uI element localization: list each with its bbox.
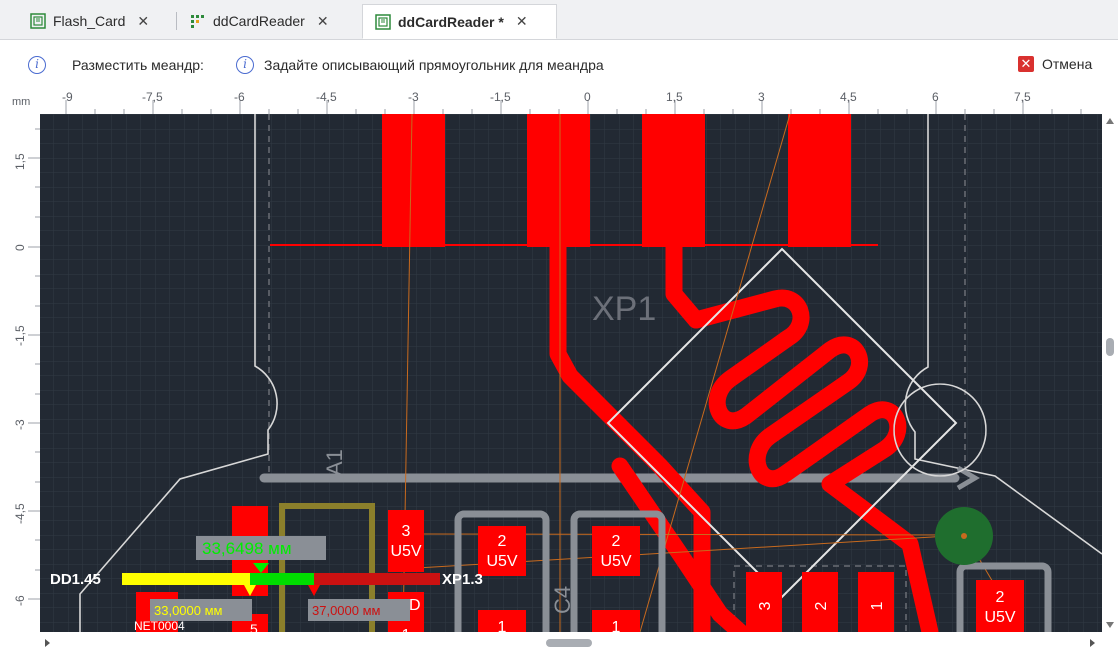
ruler-unit: mm bbox=[0, 90, 40, 114]
tab-label: ddCardReader bbox=[213, 13, 305, 29]
tab-flash-card[interactable]: Flash_Card ✕ bbox=[30, 4, 149, 38]
pad[interactable] bbox=[788, 114, 851, 247]
close-icon[interactable]: ✕ bbox=[137, 13, 149, 30]
scrollbar-thumb[interactable] bbox=[546, 639, 592, 647]
scroll-up-icon[interactable] bbox=[1106, 118, 1114, 124]
pad-net-number: 3 bbox=[402, 523, 411, 540]
ruler-x-tick: -6 bbox=[234, 90, 245, 104]
ruler-y-tick: -6 bbox=[13, 595, 27, 606]
pad-number: 2 bbox=[813, 601, 830, 610]
tab-bar: Flash_Card ✕ ddCardReader ✕ ddCardReader… bbox=[0, 0, 1118, 40]
ruler-x-tick: 4,5 bbox=[840, 90, 857, 104]
pad-net-name: U5V bbox=[486, 553, 517, 570]
component-label: XP1 bbox=[592, 290, 656, 328]
pad-net-number: 2 bbox=[612, 533, 621, 550]
vertical-ruler: 1,5 0 -1,5 -3 -4,5 -6 bbox=[0, 114, 41, 632]
pad-net-name: U5V bbox=[600, 553, 631, 570]
ruler-x-tick: -3 bbox=[408, 90, 419, 104]
pcb-board-svg[interactable]: A1 XP1 3 U5V 2 U5V 2 U5V 2 U5V 1 1 3 2 1… bbox=[40, 114, 1102, 632]
ruler-y-tick: -3 bbox=[13, 419, 27, 430]
horizontal-scrollbar-svg bbox=[45, 639, 1095, 647]
pad-net-number: 2 bbox=[996, 589, 1005, 606]
scrollbar-thumb[interactable] bbox=[1106, 338, 1114, 356]
meter-high-zone bbox=[314, 573, 440, 585]
via-center bbox=[961, 533, 967, 539]
pad[interactable] bbox=[382, 114, 445, 247]
pad[interactable] bbox=[527, 114, 590, 247]
meter-from-pin: DD1.45 bbox=[50, 571, 101, 588]
scroll-left-icon[interactable] bbox=[45, 639, 50, 647]
vertical-scrollbar-svg bbox=[1106, 118, 1114, 628]
meter-max-value: 37,0000 мм bbox=[312, 603, 381, 618]
cancel-button[interactable]: ✕ Отмена bbox=[1018, 56, 1092, 72]
pad-net-number: 2 bbox=[498, 533, 507, 550]
meter-min-value: 33,0000 мм bbox=[154, 603, 223, 618]
meter-to-pin: XP1.3 bbox=[442, 571, 483, 588]
tab-divider bbox=[176, 12, 177, 30]
pcb-doc-icon bbox=[30, 13, 46, 29]
vertical-scrollbar[interactable] bbox=[1102, 114, 1118, 632]
horizontal-scrollbar[interactable] bbox=[40, 632, 1102, 654]
meter-ok-zone bbox=[250, 573, 314, 585]
tab-label: Flash_Card bbox=[53, 13, 126, 29]
ruler-x-tick: -7,5 bbox=[142, 90, 163, 104]
pad-number: 3 bbox=[757, 601, 774, 610]
schematic-icon bbox=[191, 15, 204, 28]
ruler-x-tick: -4,5 bbox=[316, 90, 337, 104]
close-icon[interactable]: ✕ bbox=[516, 13, 528, 30]
meander-hint: i Задайте описывающий прямоугольник для … bbox=[236, 56, 604, 74]
pcb-canvas[interactable]: A1 XP1 3 U5V 2 U5V 2 U5V 2 U5V 1 1 3 2 1… bbox=[40, 114, 1102, 632]
ruler-x-tick: -1,5 bbox=[490, 90, 511, 104]
ruler-unit-label: mm bbox=[12, 96, 31, 108]
ruler-x-tick: 0 bbox=[584, 90, 591, 104]
pcb-doc-icon bbox=[375, 13, 391, 30]
pad-net-name: U5V bbox=[984, 609, 1015, 626]
meander-toolbar: i Разместить меандр: i Задайте описывающ… bbox=[0, 40, 1118, 90]
scroll-down-icon[interactable] bbox=[1106, 622, 1114, 628]
ruler-x-tick: 7,5 bbox=[1014, 90, 1031, 104]
ruler-y-tick: 1,5 bbox=[13, 153, 27, 170]
meter-current-value: 33,6498 мм bbox=[202, 539, 292, 558]
rotated-silk-label: A1 bbox=[322, 449, 347, 476]
pad-misc-label: D bbox=[409, 597, 421, 614]
component-designator: C4 bbox=[550, 586, 575, 614]
pad-net-name: U5V bbox=[390, 543, 421, 560]
ruler-x-tick: 6 bbox=[932, 90, 939, 104]
ruler-x-tick: -9 bbox=[62, 90, 73, 104]
horizontal-ruler: -9 -7,5 -6 -4,5 -3 -1,5 0 1,5 3 4,5 6 7,… bbox=[40, 90, 1102, 115]
vertical-ruler-svg: 1,5 0 -1,5 -3 -4,5 -6 bbox=[13, 128, 40, 606]
pad-misc-label: 5 bbox=[250, 621, 258, 632]
ruler-y-tick: -4,5 bbox=[13, 503, 27, 524]
scroll-right-icon[interactable] bbox=[1090, 639, 1095, 647]
close-icon: ✕ bbox=[1018, 56, 1034, 72]
ruler-y-tick: -1,5 bbox=[13, 325, 27, 346]
ruler-x-tick: 3 bbox=[758, 90, 765, 104]
pad[interactable] bbox=[642, 114, 705, 247]
ruler-x-tick: 1,5 bbox=[666, 90, 683, 104]
tab-ddcardreader-pcb-active[interactable]: ddCardReader * ✕ bbox=[362, 4, 557, 39]
close-icon[interactable]: ✕ bbox=[317, 13, 329, 30]
tab-label: ddCardReader * bbox=[398, 13, 504, 30]
tab-ddcardreader-schematic[interactable]: ddCardReader ✕ bbox=[190, 4, 329, 38]
meter-low-zone bbox=[122, 573, 250, 585]
cancel-label: Отмена bbox=[1042, 56, 1093, 72]
info-icon: i bbox=[236, 56, 254, 74]
ruler-y-tick: 0 bbox=[13, 244, 27, 251]
horizontal-ruler-svg: -9 -7,5 -6 -4,5 -3 -1,5 0 1,5 3 4,5 6 7,… bbox=[62, 90, 1082, 114]
meander-hint-label: Задайте описывающий прямоугольник для ме… bbox=[264, 57, 604, 73]
pad-number: 1 bbox=[498, 619, 507, 632]
pad-number: 1 bbox=[612, 619, 621, 632]
place-meander-prompt: i Разместить меандр: bbox=[28, 56, 204, 74]
place-meander-label: Разместить меандр: bbox=[72, 57, 204, 73]
pad[interactable] bbox=[388, 510, 424, 572]
info-icon: i bbox=[28, 56, 46, 74]
pad-number: 1 bbox=[869, 601, 886, 610]
